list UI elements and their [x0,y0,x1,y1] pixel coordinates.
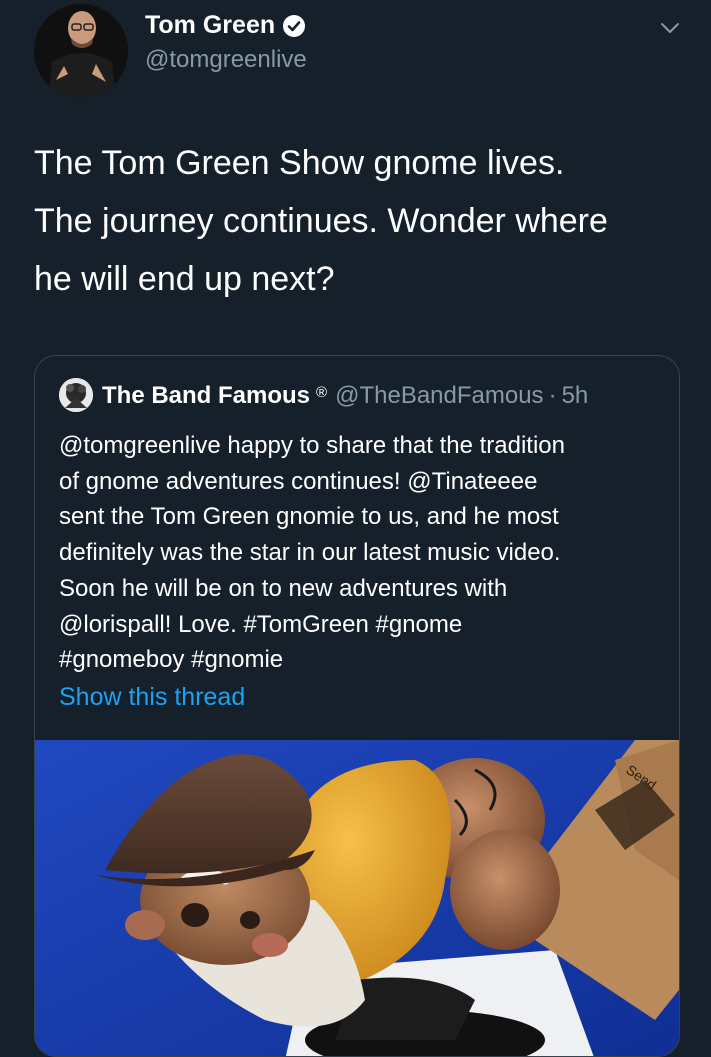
tweet-text: The Tom Green Show gnome lives. The jour… [34,134,694,308]
quoted-header: The Band Famous ® @TheBandFamous · 5h [102,382,588,410]
quoted-text-line: @lorispall! Love. #TomGreen #gnome [59,610,463,638]
gnome-photo-icon: Send [35,740,679,1056]
registered-badge: ® [316,383,328,401]
quoted-text-line: sent the Tom Green gnomie to us, and he … [59,503,559,531]
meta-separator: · [548,382,557,409]
show-thread-link[interactable]: Show this thread [59,683,245,712]
quoted-tweet-text: @tomgreenlive happy to share that the tr… [59,428,669,678]
quoted-handle[interactable]: @TheBandFamous [335,382,543,410]
quoted-timestamp[interactable]: 5h [562,382,589,410]
quoted-display-name[interactable]: The Band Famous [102,382,310,410]
author-display-name[interactable]: Tom Green [145,11,306,40]
quoted-author-avatar[interactable] [59,378,93,412]
tweet-text-line: The Tom Green Show gnome lives. [34,144,565,182]
user-avatar-photo-icon [34,4,128,98]
band-avatar-icon [59,378,93,412]
author-avatar[interactable] [34,4,128,98]
quoted-text-line: definitely was the star in our latest mu… [59,539,561,567]
verified-badge-icon [283,14,306,37]
quoted-text-line: @tomgreenlive happy to share that the tr… [59,432,565,459]
quoted-text-line: Soon he will be on to new adventures wit… [59,574,508,602]
chevron-down-icon[interactable] [658,18,682,38]
quoted-tweet-card[interactable]: The Band Famous ® @TheBandFamous · 5h @t… [34,355,680,1057]
quoted-media-image[interactable]: Send [35,740,679,1056]
quoted-text-line: of gnome adventures continues! @Tinateee… [59,467,538,495]
author-name-text: Tom Green [145,11,276,39]
tweet-text-line: he will end up next? [34,260,335,298]
author-handle[interactable]: @tomgreenlive [145,46,307,74]
quoted-text-line: #gnomeboy #gnomie [59,646,284,674]
tweet-text-line: The journey continues. Wonder where [34,202,608,240]
